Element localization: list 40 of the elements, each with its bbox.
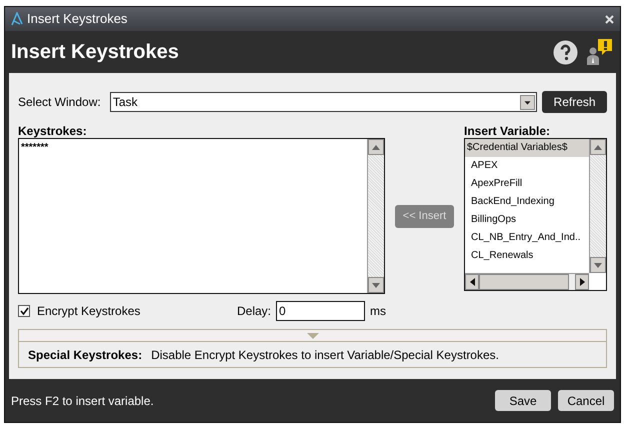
scrollbar[interactable]: [367, 139, 384, 293]
user-alert-icon[interactable]: [584, 38, 614, 66]
scrollbar[interactable]: [589, 139, 606, 273]
dialog-button[interactable]: Cancel: [558, 390, 614, 411]
window-dropdown[interactable]: Task: [110, 92, 538, 112]
select-window-label: Select Window:: [18, 94, 102, 111]
scroll-down-icon[interactable]: [590, 257, 606, 273]
unit-label: ms: [370, 303, 386, 320]
variable-item[interactable]: ApexPreFill: [465, 175, 589, 193]
close-icon[interactable]: [605, 14, 614, 24]
keystrokes-field[interactable]: *******: [18, 138, 385, 294]
scroll-left-icon[interactable]: [470, 278, 474, 286]
special-keystrokes-message: Disable Encrypt Keystrokes to insert Variable/Special Keystrokes.: [151, 346, 499, 364]
variable-item[interactable]: CL_NB_Entry_And_Ind..: [465, 229, 589, 247]
dialog-title: Insert Keystrokes: [11, 40, 179, 65]
encrypt-label: Encrypt Keystrokes: [37, 303, 142, 320]
help-icon[interactable]: [553, 40, 578, 64]
variable-item[interactable]: APEX: [465, 157, 589, 175]
dropdown-caret-icon[interactable]: [520, 94, 536, 110]
encrypt-checkbox[interactable]: [18, 305, 30, 317]
variable-item[interactable]: CL_Renewals: [465, 247, 589, 265]
status-text: Press F2 to insert variable.: [11, 392, 154, 410]
scroll-right-icon[interactable]: [580, 278, 584, 286]
special-keystrokes-label: Special Keystrokes:: [28, 346, 142, 364]
scroll-down-icon[interactable]: [368, 277, 384, 293]
window-title: Insert Keystrokes: [27, 10, 128, 28]
variable-list[interactable]: $Credential Variables$ APEX ApexPreFill BackEnd_Indexing BillingOps CL_NB_Entry_And_Ind.. CL_Renewals: [464, 138, 607, 291]
scroll-up-icon[interactable]: [368, 139, 384, 155]
insert-variable-label: Insert Variable:: [464, 123, 552, 138]
scroll-up-icon[interactable]: [590, 139, 606, 155]
delay-field[interactable]: 0: [276, 301, 366, 321]
keystrokes-label: Keystrokes:: [18, 123, 88, 138]
delay-label: Delay:: [237, 303, 272, 320]
dialog-button[interactable]: Save: [495, 390, 551, 411]
variable-item[interactable]: BackEnd_Indexing: [465, 193, 589, 211]
horizontal-scrollbar[interactable]: [465, 273, 589, 290]
refresh-button[interactable]: Refresh: [542, 91, 607, 113]
logo-icon: [11, 12, 23, 26]
variable-item[interactable]: BillingOps: [465, 211, 589, 229]
variable-item[interactable]: $Credential Variables$: [465, 139, 589, 157]
